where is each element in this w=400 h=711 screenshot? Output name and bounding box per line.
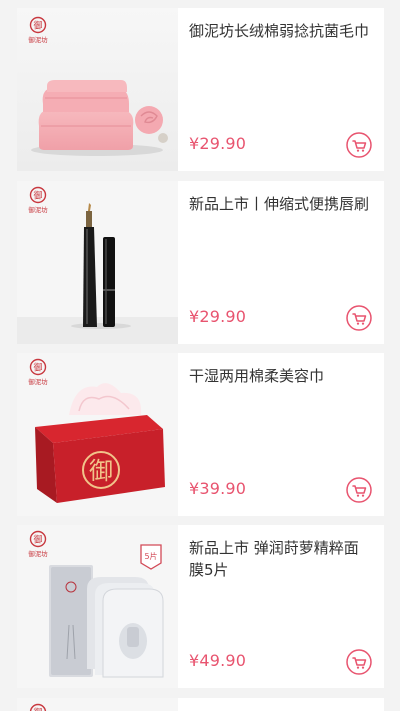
cart-icon — [346, 477, 372, 503]
svg-text:御: 御 — [33, 534, 42, 546]
lip-brush-image: 御 御泥坊 — [17, 181, 178, 344]
product-image[interactable]: 御 御泥坊 — [17, 181, 178, 344]
product-card[interactable]: 御 御泥坊 新品上市丨伸缩式便携唇刷 ¥29.90 — [17, 181, 384, 344]
svg-text:御: 御 — [33, 190, 42, 202]
product-price: ¥49.90 — [189, 651, 247, 670]
svg-text:御泥坊: 御泥坊 — [28, 549, 48, 558]
quantity-badge: 5片 — [140, 544, 162, 570]
svg-text:御: 御 — [33, 362, 42, 374]
product-image-partial: 御 — [17, 698, 178, 711]
product-title[interactable]: 御泥坊长绒棉弱捻抗菌毛巾 — [189, 20, 371, 42]
svg-text:御: 御 — [33, 20, 42, 32]
svg-text:御: 御 — [89, 457, 113, 485]
tissue-box-image: 御 御泥坊 御 — [17, 353, 178, 516]
svg-text:5片: 5片 — [144, 551, 157, 561]
product-image[interactable]: 御 御泥坊 — [17, 8, 178, 171]
product-list: 御 御泥坊 御泥坊长绒棉弱捻抗菌毛巾 ¥29.90 御 御泥坊 新品上市丨伸缩式… — [0, 0, 400, 711]
add-to-cart-button[interactable] — [346, 649, 372, 675]
product-price: ¥39.90 — [189, 479, 247, 498]
add-to-cart-button[interactable] — [346, 305, 372, 331]
cart-icon — [346, 305, 372, 331]
svg-text:御泥坊: 御泥坊 — [28, 377, 48, 386]
product-title[interactable]: 新品上市丨伸缩式便携唇刷 — [189, 193, 371, 215]
product-card[interactable]: 御 御泥坊 御 干湿两用棉柔美容巾 ¥39.90 — [17, 353, 384, 516]
cart-icon — [346, 649, 372, 675]
product-price: ¥29.90 — [189, 307, 247, 326]
face-mask-image: 御 御泥坊 5片 — [17, 525, 178, 688]
product-image[interactable]: 御 御泥坊 御 — [17, 353, 178, 516]
product-title[interactable]: 新品上市 弹润莳萝精粹面膜5片 — [189, 537, 371, 581]
product-image[interactable]: 御 — [17, 698, 178, 711]
add-to-cart-button[interactable] — [346, 477, 372, 503]
towel-image: 御 御泥坊 — [17, 8, 178, 171]
cart-icon — [346, 132, 372, 158]
product-price: ¥29.90 — [189, 134, 247, 153]
svg-text:御泥坊: 御泥坊 — [28, 35, 48, 44]
product-card[interactable]: 御 御泥坊 御泥坊长绒棉弱捻抗菌毛巾 ¥29.90 — [17, 8, 384, 171]
svg-text:御泥坊: 御泥坊 — [28, 205, 48, 214]
product-title[interactable]: 干湿两用棉柔美容巾 — [189, 365, 371, 387]
product-card[interactable]: 御 御泥坊 5片 新品上市 弹润莳萝精粹面膜5片 ¥49.90 — [17, 525, 384, 688]
add-to-cart-button[interactable] — [346, 132, 372, 158]
product-card[interactable]: 御 — [17, 698, 384, 711]
product-image[interactable]: 御 御泥坊 5片 — [17, 525, 178, 688]
